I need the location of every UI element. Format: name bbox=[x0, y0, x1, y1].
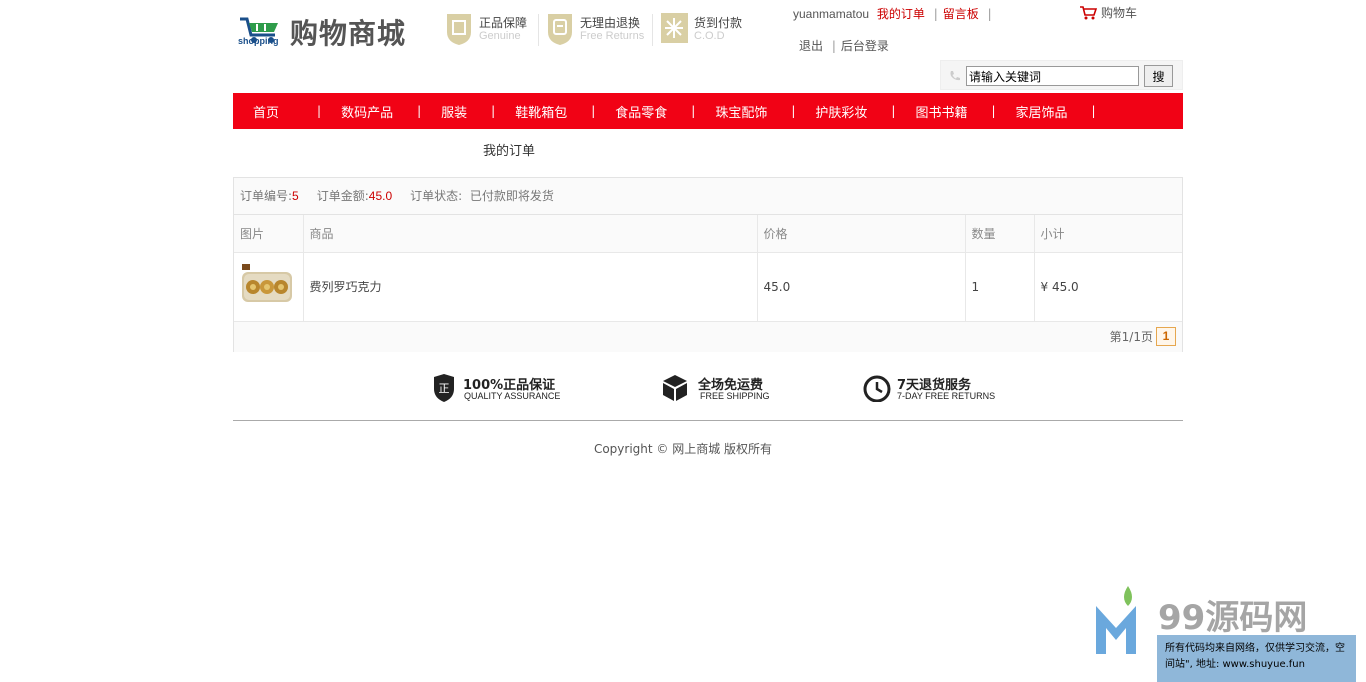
divider bbox=[652, 14, 653, 46]
nav-separator: | bbox=[591, 104, 596, 118]
cart-label: 购物车 bbox=[1101, 6, 1138, 20]
col-price: 价格 bbox=[757, 215, 966, 253]
separator: | bbox=[987, 7, 992, 21]
nav-separator: | bbox=[791, 104, 796, 118]
user-bar: yuanmamatou 我的订单 | 留言板 | bbox=[793, 5, 997, 22]
order-meta: 订单编号:5 订单金额:45.0 订单状态: 已付款即将发货 bbox=[234, 178, 1182, 215]
order-amount-label: 订单金额: bbox=[316, 189, 369, 203]
promo-title: 无理由退换 bbox=[580, 16, 641, 30]
main-nav: 首页 | 数码产品 | 服装 | 鞋靴箱包 | 食品零食 | 珠宝配饰 | 护肤… bbox=[233, 93, 1183, 129]
admin-login-link[interactable]: 后台登录 bbox=[841, 39, 889, 53]
nav-separator: | bbox=[691, 104, 696, 118]
user-actions: 退出 | 后台登录 bbox=[799, 37, 889, 54]
product-name[interactable]: 费列罗巧克力 bbox=[303, 252, 758, 322]
copyright: Copyright © 网上商城 版权所有 bbox=[593, 442, 773, 456]
order-items-table: 图片 商品 价格 数量 小计 费列罗巧克力 45.0 1 ¥ 45.0 bbox=[234, 215, 1182, 322]
footer-divider bbox=[233, 420, 1183, 421]
logout-link[interactable]: 退出 bbox=[799, 39, 823, 53]
pager-text: 第1/1页 bbox=[1109, 330, 1153, 344]
message-board-link[interactable]: 留言板 bbox=[943, 7, 979, 21]
username: yuanmamatou bbox=[793, 7, 870, 21]
chocolate-box-image[interactable] bbox=[240, 260, 294, 310]
service-free-shipping: 全场免运费 FREE SHIPPING bbox=[662, 374, 782, 406]
promo-subtitle: Free Returns bbox=[580, 30, 645, 42]
watermark: 99源码网 所有代码均来自网络，仅供学习交流，空间站", 地址: www.shu… bbox=[1094, 584, 1356, 682]
nav-item-food[interactable]: 食品零食 bbox=[615, 102, 667, 121]
service-subtitle: 7-DAY FREE RETURNS bbox=[897, 391, 996, 401]
order-status-label: 订单状态: bbox=[410, 189, 463, 203]
shield-zheng-icon: 正 bbox=[434, 374, 454, 402]
promo-title: 正品保障 bbox=[479, 16, 528, 30]
order-number: 5 bbox=[292, 189, 299, 203]
search-bar: 搜 bbox=[940, 60, 1183, 90]
nav-item-cosmetics[interactable]: 护肤彩妆 bbox=[815, 102, 867, 121]
shield-glyph: 正 bbox=[439, 382, 450, 395]
pagination: 第1/1页 1 bbox=[234, 321, 1182, 352]
service-subtitle: QUALITY ASSURANCE bbox=[464, 391, 561, 401]
watermark-logo-icon bbox=[1096, 586, 1136, 654]
order-amount: 45.0 bbox=[368, 189, 393, 203]
col-quantity: 数量 bbox=[965, 215, 1035, 253]
order-number-label: 订单编号: bbox=[240, 189, 293, 203]
returns-badge-icon bbox=[548, 14, 572, 45]
product-subtotal: ¥ 45.0 bbox=[1034, 252, 1182, 322]
cart-link[interactable]: 购物车 bbox=[1079, 4, 1137, 21]
watermark-note: 所有代码均来自网络，仅供学习交流，空间站", 地址: www.shuyue.fu… bbox=[1157, 635, 1356, 682]
my-orders-link[interactable]: 我的订单 bbox=[877, 7, 925, 21]
search-button[interactable]: 搜 bbox=[1144, 65, 1173, 87]
nav-separator: | bbox=[417, 104, 422, 118]
nav-item-clothing[interactable]: 服装 bbox=[441, 102, 467, 121]
nav-item-books[interactable]: 图书书籍 bbox=[915, 102, 967, 121]
service-7day-returns: 7天退货服务 7-DAY FREE RETURNS bbox=[863, 374, 1013, 406]
nav-item-shoes-bags[interactable]: 鞋靴箱包 bbox=[515, 102, 567, 121]
order-panel: 订单编号:5 订单金额:45.0 订单状态: 已付款即将发货 图片 商品 价格 数量… bbox=[233, 177, 1183, 352]
nav-separator: | bbox=[1091, 104, 1096, 118]
nav-separator: | bbox=[491, 104, 496, 118]
nav-item-home-decor[interactable]: 家居饰品 bbox=[1016, 102, 1068, 121]
product-quantity: 1 bbox=[965, 252, 1035, 322]
brand-name: 购物商城 bbox=[290, 17, 407, 50]
service-subtitle: FREE SHIPPING bbox=[700, 391, 770, 401]
separator: | bbox=[831, 39, 836, 53]
nav-item-digital[interactable]: 数码产品 bbox=[341, 102, 393, 121]
table-row: 费列罗巧克力 45.0 1 ¥ 45.0 bbox=[234, 252, 1182, 322]
product-thumb-cell bbox=[234, 252, 304, 322]
nav-item-home[interactable]: 首页 bbox=[253, 102, 279, 121]
col-product: 商品 bbox=[303, 215, 758, 253]
clock-icon bbox=[863, 375, 891, 402]
nav-separator: | bbox=[317, 104, 322, 118]
order-status: 已付款即将发货 bbox=[469, 189, 554, 203]
phone-icon bbox=[950, 71, 960, 81]
divider bbox=[538, 14, 539, 46]
service-quality: 正 100%正品保证 QUALITY ASSURANCE bbox=[433, 374, 583, 406]
search-input[interactable] bbox=[966, 66, 1139, 86]
cod-badge-icon bbox=[661, 13, 688, 43]
page-button-current[interactable]: 1 bbox=[1156, 327, 1176, 346]
promo-subtitle: Genuine bbox=[479, 30, 521, 42]
page-title: 我的订单 bbox=[483, 144, 536, 159]
cart-icon bbox=[1080, 6, 1098, 20]
separator: | bbox=[933, 7, 938, 21]
nav-item-jewelry[interactable]: 珠宝配饰 bbox=[715, 102, 767, 121]
genuine-badge-icon bbox=[447, 14, 471, 45]
brand-sub: shopping bbox=[238, 36, 279, 46]
promo-subtitle: C.O.D bbox=[694, 30, 725, 42]
product-price: 45.0 bbox=[757, 252, 966, 322]
package-icon bbox=[663, 375, 687, 401]
table-header-row: 图片 商品 价格 数量 小计 bbox=[234, 215, 1182, 253]
promo-title: 货到付款 bbox=[694, 16, 743, 30]
col-subtotal: 小计 bbox=[1034, 215, 1182, 253]
watermark-name: 99源码网 bbox=[1158, 598, 1308, 638]
nav-separator: | bbox=[891, 104, 896, 118]
site-logo[interactable]: shopping 购物商城 bbox=[237, 8, 417, 52]
nav-separator: | bbox=[991, 104, 996, 118]
col-image: 图片 bbox=[234, 215, 304, 253]
